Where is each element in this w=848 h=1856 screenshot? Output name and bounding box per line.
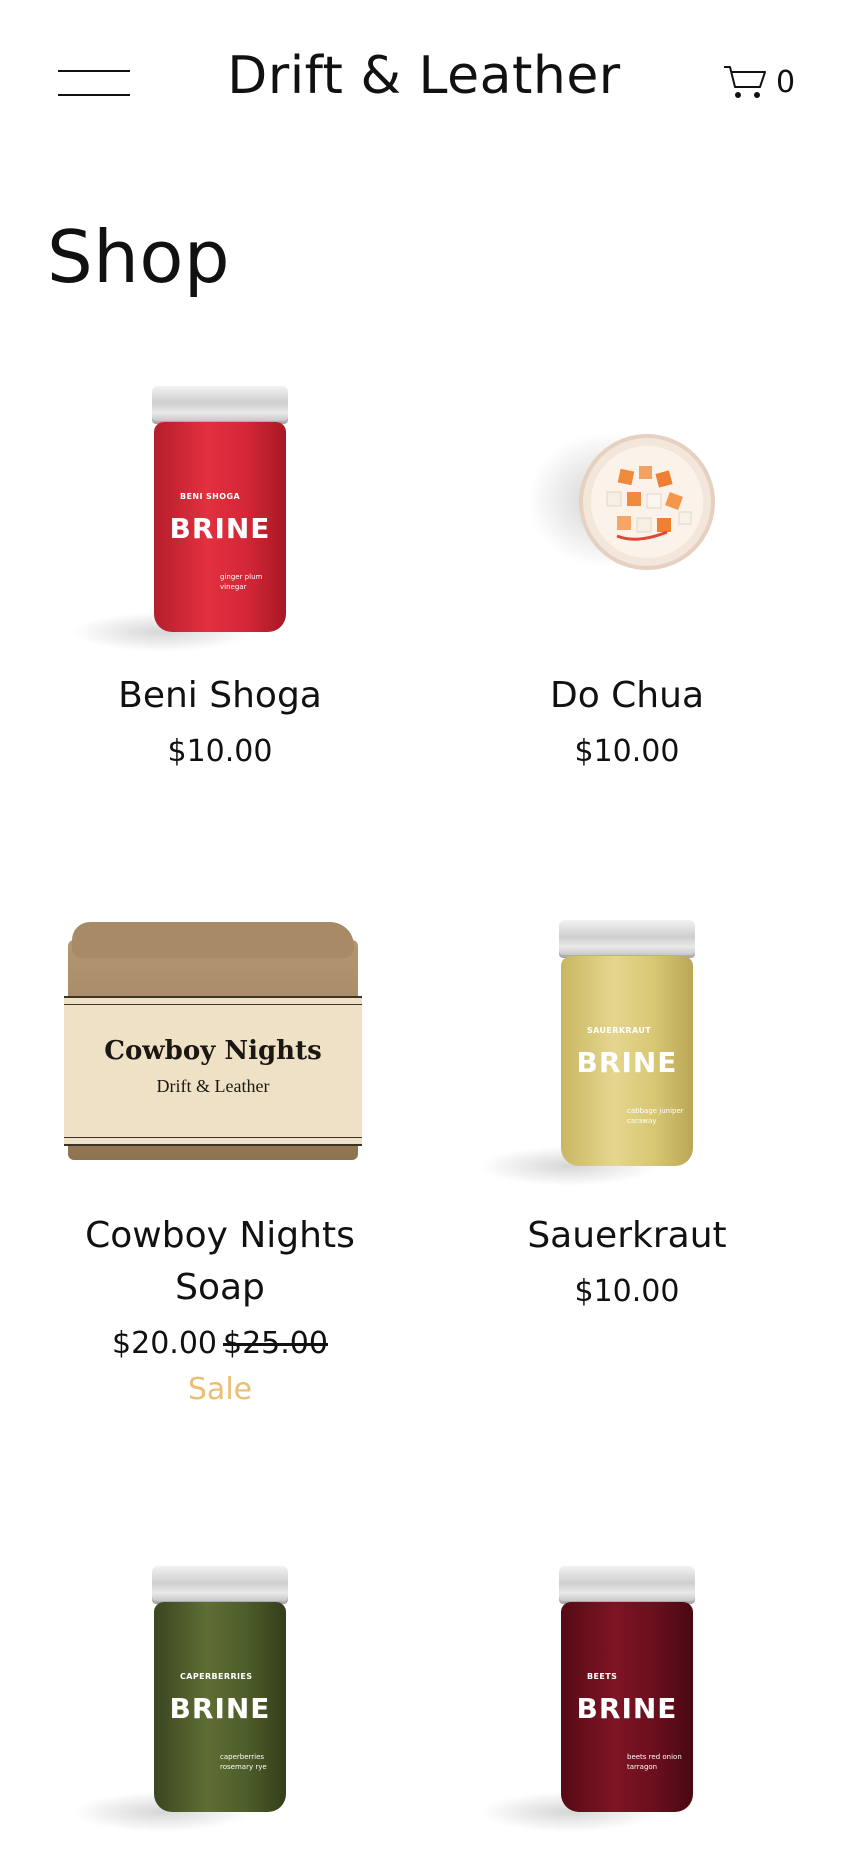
product-card-beets[interactable]: BEETS BRINE beets red onion tarragon bbox=[427, 1526, 827, 1832]
product-price: $10.00 bbox=[574, 734, 680, 769]
jar-variety-label: BENI SHOGA bbox=[180, 492, 241, 501]
jar-variety-label: BEETS bbox=[587, 1672, 618, 1681]
cart-icon bbox=[724, 66, 766, 98]
product-price: $10.00 bbox=[167, 734, 273, 769]
product-original-price: $25.00 bbox=[223, 1326, 328, 1361]
product-image[interactable]: CAPERBERRIES BRINE caperberries rosemary… bbox=[50, 1526, 390, 1832]
jar-image: BENI SHOGA BRINE ginger plum vinegar bbox=[72, 386, 288, 652]
product-name[interactable]: Do Chua bbox=[427, 670, 827, 722]
product-image[interactable] bbox=[457, 360, 797, 650]
sale-badge: Sale bbox=[187, 1372, 253, 1407]
page-title: Shop bbox=[47, 215, 231, 299]
cart-button[interactable]: 0 bbox=[722, 62, 795, 102]
jar-brand-label: BRINE bbox=[576, 1046, 678, 1079]
brand-title[interactable]: Drift & Leather bbox=[0, 46, 848, 106]
product-name[interactable]: Cowboy Nights Soap bbox=[70, 1210, 370, 1314]
product-image[interactable]: SAUERKRAUT BRINE cabbage juniper caraway bbox=[457, 900, 797, 1190]
site-header: Drift & Leather 0 bbox=[0, 0, 848, 165]
jar-image: CAPERBERRIES BRINE caperberries rosemary… bbox=[72, 1566, 288, 1832]
product-price: $10.00 bbox=[574, 1274, 680, 1309]
product-card-sauerkraut[interactable]: SAUERKRAUT BRINE cabbage juniper caraway… bbox=[427, 900, 827, 1316]
product-card-beni-shoga[interactable]: BENI SHOGA BRINE ginger plum vinegar Ben… bbox=[20, 360, 420, 776]
cart-count: 0 bbox=[776, 64, 796, 100]
product-price: $20.00 bbox=[112, 1326, 217, 1361]
soap-label-brand: Drift & Leather bbox=[156, 1076, 270, 1096]
jar-notes-label: beets red onion tarragon bbox=[627, 1753, 682, 1771]
product-name[interactable]: Beni Shoga bbox=[20, 670, 420, 722]
jar-image: SAUERKRAUT BRINE cabbage juniper caraway bbox=[479, 920, 695, 1186]
jar-top-view-image bbox=[527, 432, 715, 570]
product-card-do-chua[interactable]: Do Chua $10.00 bbox=[427, 360, 827, 776]
soap-bar-image: Cowboy Nights Drift & Leather bbox=[64, 900, 368, 1170]
jar-brand-label: BRINE bbox=[169, 1692, 271, 1725]
jar-notes-label: ginger plum vinegar bbox=[220, 573, 263, 591]
product-image[interactable]: BENI SHOGA BRINE ginger plum vinegar bbox=[50, 360, 390, 652]
jar-variety-label: SAUERKRAUT bbox=[587, 1026, 652, 1035]
jar-brand-label: BRINE bbox=[169, 512, 271, 545]
product-price-group: $20.00 $25.00 bbox=[20, 1320, 420, 1368]
product-name[interactable]: Sauerkraut bbox=[427, 1210, 827, 1262]
jar-image: BEETS BRINE beets red onion tarragon bbox=[479, 1566, 695, 1832]
jar-variety-label: CAPERBERRIES bbox=[180, 1672, 253, 1681]
product-card-caperberries[interactable]: CAPERBERRIES BRINE caperberries rosemary… bbox=[20, 1526, 420, 1832]
jar-notes-label: cabbage juniper caraway bbox=[627, 1107, 684, 1125]
soap-label-title: Cowboy Nights bbox=[104, 1036, 322, 1066]
jar-notes-label: caperberries rosemary rye bbox=[220, 1753, 267, 1771]
product-image[interactable]: BEETS BRINE beets red onion tarragon bbox=[457, 1526, 797, 1832]
jar-brand-label: BRINE bbox=[576, 1692, 678, 1725]
product-image[interactable]: Cowboy Nights Drift & Leather bbox=[50, 900, 390, 1190]
product-card-cowboy-nights-soap[interactable]: Cowboy Nights Drift & Leather Cowboy Nig… bbox=[20, 900, 420, 1412]
